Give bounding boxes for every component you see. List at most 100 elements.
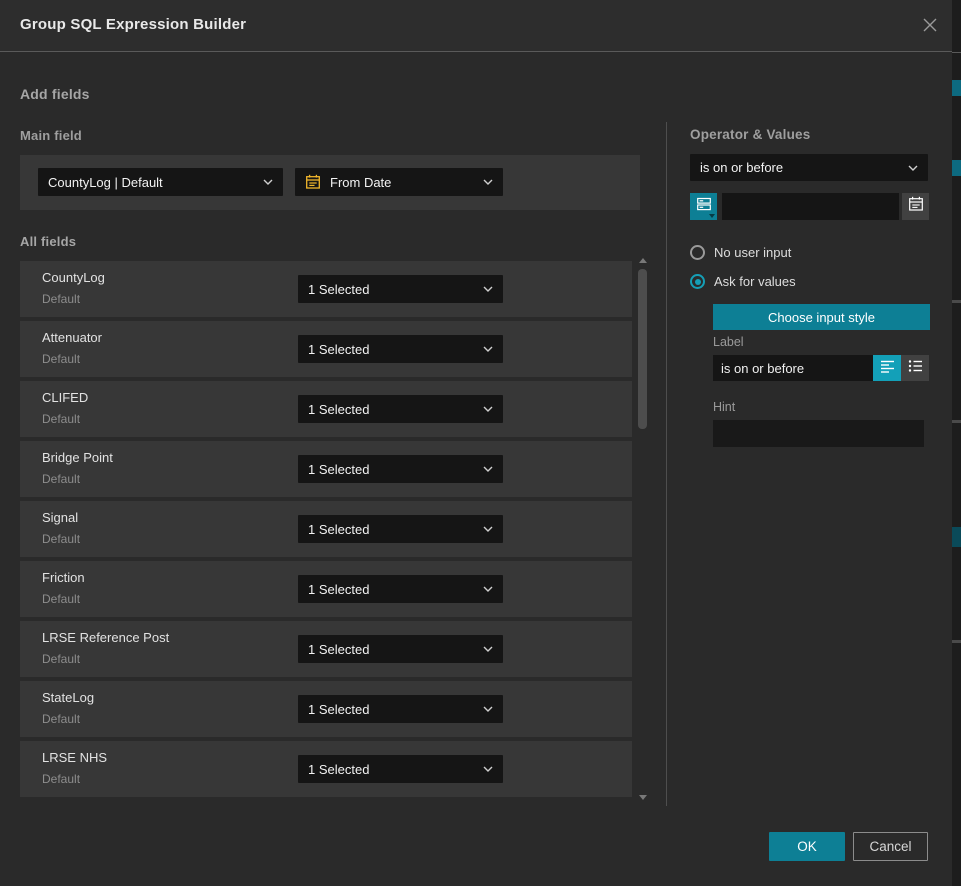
close-button[interactable] bbox=[916, 13, 944, 41]
cancel-button[interactable]: Cancel bbox=[853, 832, 928, 861]
field-row-signal: Signal Default 1 Selected bbox=[20, 501, 632, 557]
scroll-down-arrow[interactable] bbox=[639, 795, 647, 800]
add-fields-heading: Add fields bbox=[20, 86, 90, 102]
field-subtitle: Default bbox=[42, 412, 80, 426]
fields-list-scrollbar[interactable] bbox=[636, 255, 650, 803]
radio-label: No user input bbox=[714, 245, 791, 260]
list-style-button[interactable] bbox=[901, 355, 929, 381]
choose-input-style-button[interactable]: Choose input style bbox=[713, 304, 930, 330]
field-selection-dropdown[interactable]: 1 Selected bbox=[298, 695, 503, 723]
list-icon bbox=[908, 359, 923, 378]
field-row-lrse-reference-post: LRSE Reference Post Default 1 Selected bbox=[20, 621, 632, 677]
chevron-down-icon bbox=[483, 179, 493, 185]
dialog: Group SQL Expression Builder Add fields … bbox=[0, 0, 952, 886]
field-selection-dropdown[interactable]: 1 Selected bbox=[298, 455, 503, 483]
hint-input[interactable] bbox=[713, 420, 924, 447]
field-selection-dropdown[interactable]: 1 Selected bbox=[298, 635, 503, 663]
calendar-icon bbox=[305, 174, 321, 190]
field-name: CountyLog bbox=[42, 270, 105, 285]
field-selection-dropdown[interactable]: 1 Selected bbox=[298, 575, 503, 603]
field-subtitle: Default bbox=[42, 352, 80, 366]
field-name: Bridge Point bbox=[42, 450, 113, 465]
field-selection-dropdown[interactable]: 1 Selected bbox=[298, 275, 503, 303]
field-selection-dropdown[interactable]: 1 Selected bbox=[298, 335, 503, 363]
background-fragment bbox=[952, 640, 961, 643]
field-row-bridge-point: Bridge Point Default 1 Selected bbox=[20, 441, 632, 497]
field-name: CLIFED bbox=[42, 390, 88, 405]
group-sql-expression-builder-dialog: Group SQL Expression Builder Add fields … bbox=[0, 0, 961, 886]
align-left-style-button[interactable] bbox=[873, 355, 901, 381]
date-value-input[interactable] bbox=[722, 193, 899, 220]
field-subtitle: Default bbox=[42, 532, 80, 546]
background-app-strip bbox=[952, 0, 961, 886]
radio-circle-selected-icon bbox=[690, 274, 705, 289]
chevron-down-icon bbox=[483, 346, 493, 352]
field-subtitle: Default bbox=[42, 592, 80, 606]
selection-value: 1 Selected bbox=[308, 402, 475, 417]
chevron-down-icon bbox=[483, 406, 493, 412]
main-field-select[interactable]: From Date bbox=[295, 168, 503, 196]
selection-value: 1 Selected bbox=[308, 462, 475, 477]
field-row-statelog: StateLog Default 1 Selected bbox=[20, 681, 632, 737]
field-row-lrse-nhs: LRSE NHS Default 1 Selected bbox=[20, 741, 632, 797]
vertical-divider bbox=[666, 122, 667, 806]
chevron-down-icon bbox=[263, 179, 273, 185]
field-subtitle: Default bbox=[42, 652, 80, 666]
selection-value: 1 Selected bbox=[308, 702, 475, 717]
field-subtitle: Default bbox=[42, 292, 80, 306]
main-field-label: Main field bbox=[20, 128, 82, 143]
operator-select-value: is on or before bbox=[700, 160, 900, 175]
hint-caption: Hint bbox=[713, 400, 735, 414]
field-row-friction: Friction Default 1 Selected bbox=[20, 561, 632, 617]
field-subtitle: Default bbox=[42, 712, 80, 726]
label-input[interactable] bbox=[713, 355, 873, 381]
background-fragment bbox=[952, 52, 961, 53]
dialog-title: Group SQL Expression Builder bbox=[20, 16, 246, 33]
field-name: Signal bbox=[42, 510, 78, 525]
radio-no-user-input[interactable]: No user input bbox=[690, 245, 791, 260]
radio-label: Ask for values bbox=[714, 274, 796, 289]
operator-select[interactable]: is on or before bbox=[690, 154, 928, 181]
chevron-down-icon bbox=[483, 766, 493, 772]
field-selection-dropdown[interactable]: 1 Selected bbox=[298, 395, 503, 423]
field-selection-dropdown[interactable]: 1 Selected bbox=[298, 755, 503, 783]
selection-value: 1 Selected bbox=[308, 762, 475, 777]
main-field-panel: CountyLog | Default From Date bbox=[20, 155, 640, 210]
field-subtitle: Default bbox=[42, 772, 80, 786]
layer-select[interactable]: CountyLog | Default bbox=[38, 168, 283, 196]
field-row-attenuator: Attenuator Default 1 Selected bbox=[20, 321, 632, 377]
dialog-header: Group SQL Expression Builder bbox=[0, 0, 952, 52]
main-field-select-value: From Date bbox=[330, 175, 475, 190]
label-caption: Label bbox=[713, 335, 744, 349]
input-style-combo-button[interactable] bbox=[690, 193, 717, 220]
value-input-row bbox=[690, 193, 929, 220]
date-picker-button[interactable] bbox=[902, 193, 929, 220]
selection-value: 1 Selected bbox=[308, 282, 475, 297]
radio-circle-icon bbox=[690, 245, 705, 260]
background-fragment bbox=[952, 80, 961, 96]
field-name: LRSE Reference Post bbox=[42, 630, 169, 645]
chevron-down-icon bbox=[908, 165, 918, 171]
radio-ask-for-values[interactable]: Ask for values bbox=[690, 274, 796, 289]
scrollbar-thumb[interactable] bbox=[638, 269, 647, 429]
field-row-countylog: CountyLog Default 1 Selected bbox=[20, 261, 632, 317]
background-fragment bbox=[952, 160, 961, 176]
ok-button[interactable]: OK bbox=[769, 832, 845, 861]
align-left-icon bbox=[880, 359, 895, 378]
background-fragment bbox=[952, 527, 961, 547]
field-name: StateLog bbox=[42, 690, 94, 705]
scroll-up-arrow[interactable] bbox=[639, 258, 647, 263]
selection-value: 1 Selected bbox=[308, 642, 475, 657]
field-name: LRSE NHS bbox=[42, 750, 107, 765]
chevron-down-icon bbox=[483, 646, 493, 652]
all-fields-list: CountyLog Default 1 Selected Attenuator … bbox=[20, 261, 632, 797]
selection-value: 1 Selected bbox=[308, 522, 475, 537]
background-fragment bbox=[952, 420, 961, 423]
calendar-icon bbox=[908, 196, 924, 217]
selection-value: 1 Selected bbox=[308, 582, 475, 597]
layer-select-value: CountyLog | Default bbox=[48, 175, 255, 190]
operator-values-heading: Operator & Values bbox=[690, 127, 810, 142]
field-name: Friction bbox=[42, 570, 85, 585]
field-selection-dropdown[interactable]: 1 Selected bbox=[298, 515, 503, 543]
selection-value: 1 Selected bbox=[308, 342, 475, 357]
